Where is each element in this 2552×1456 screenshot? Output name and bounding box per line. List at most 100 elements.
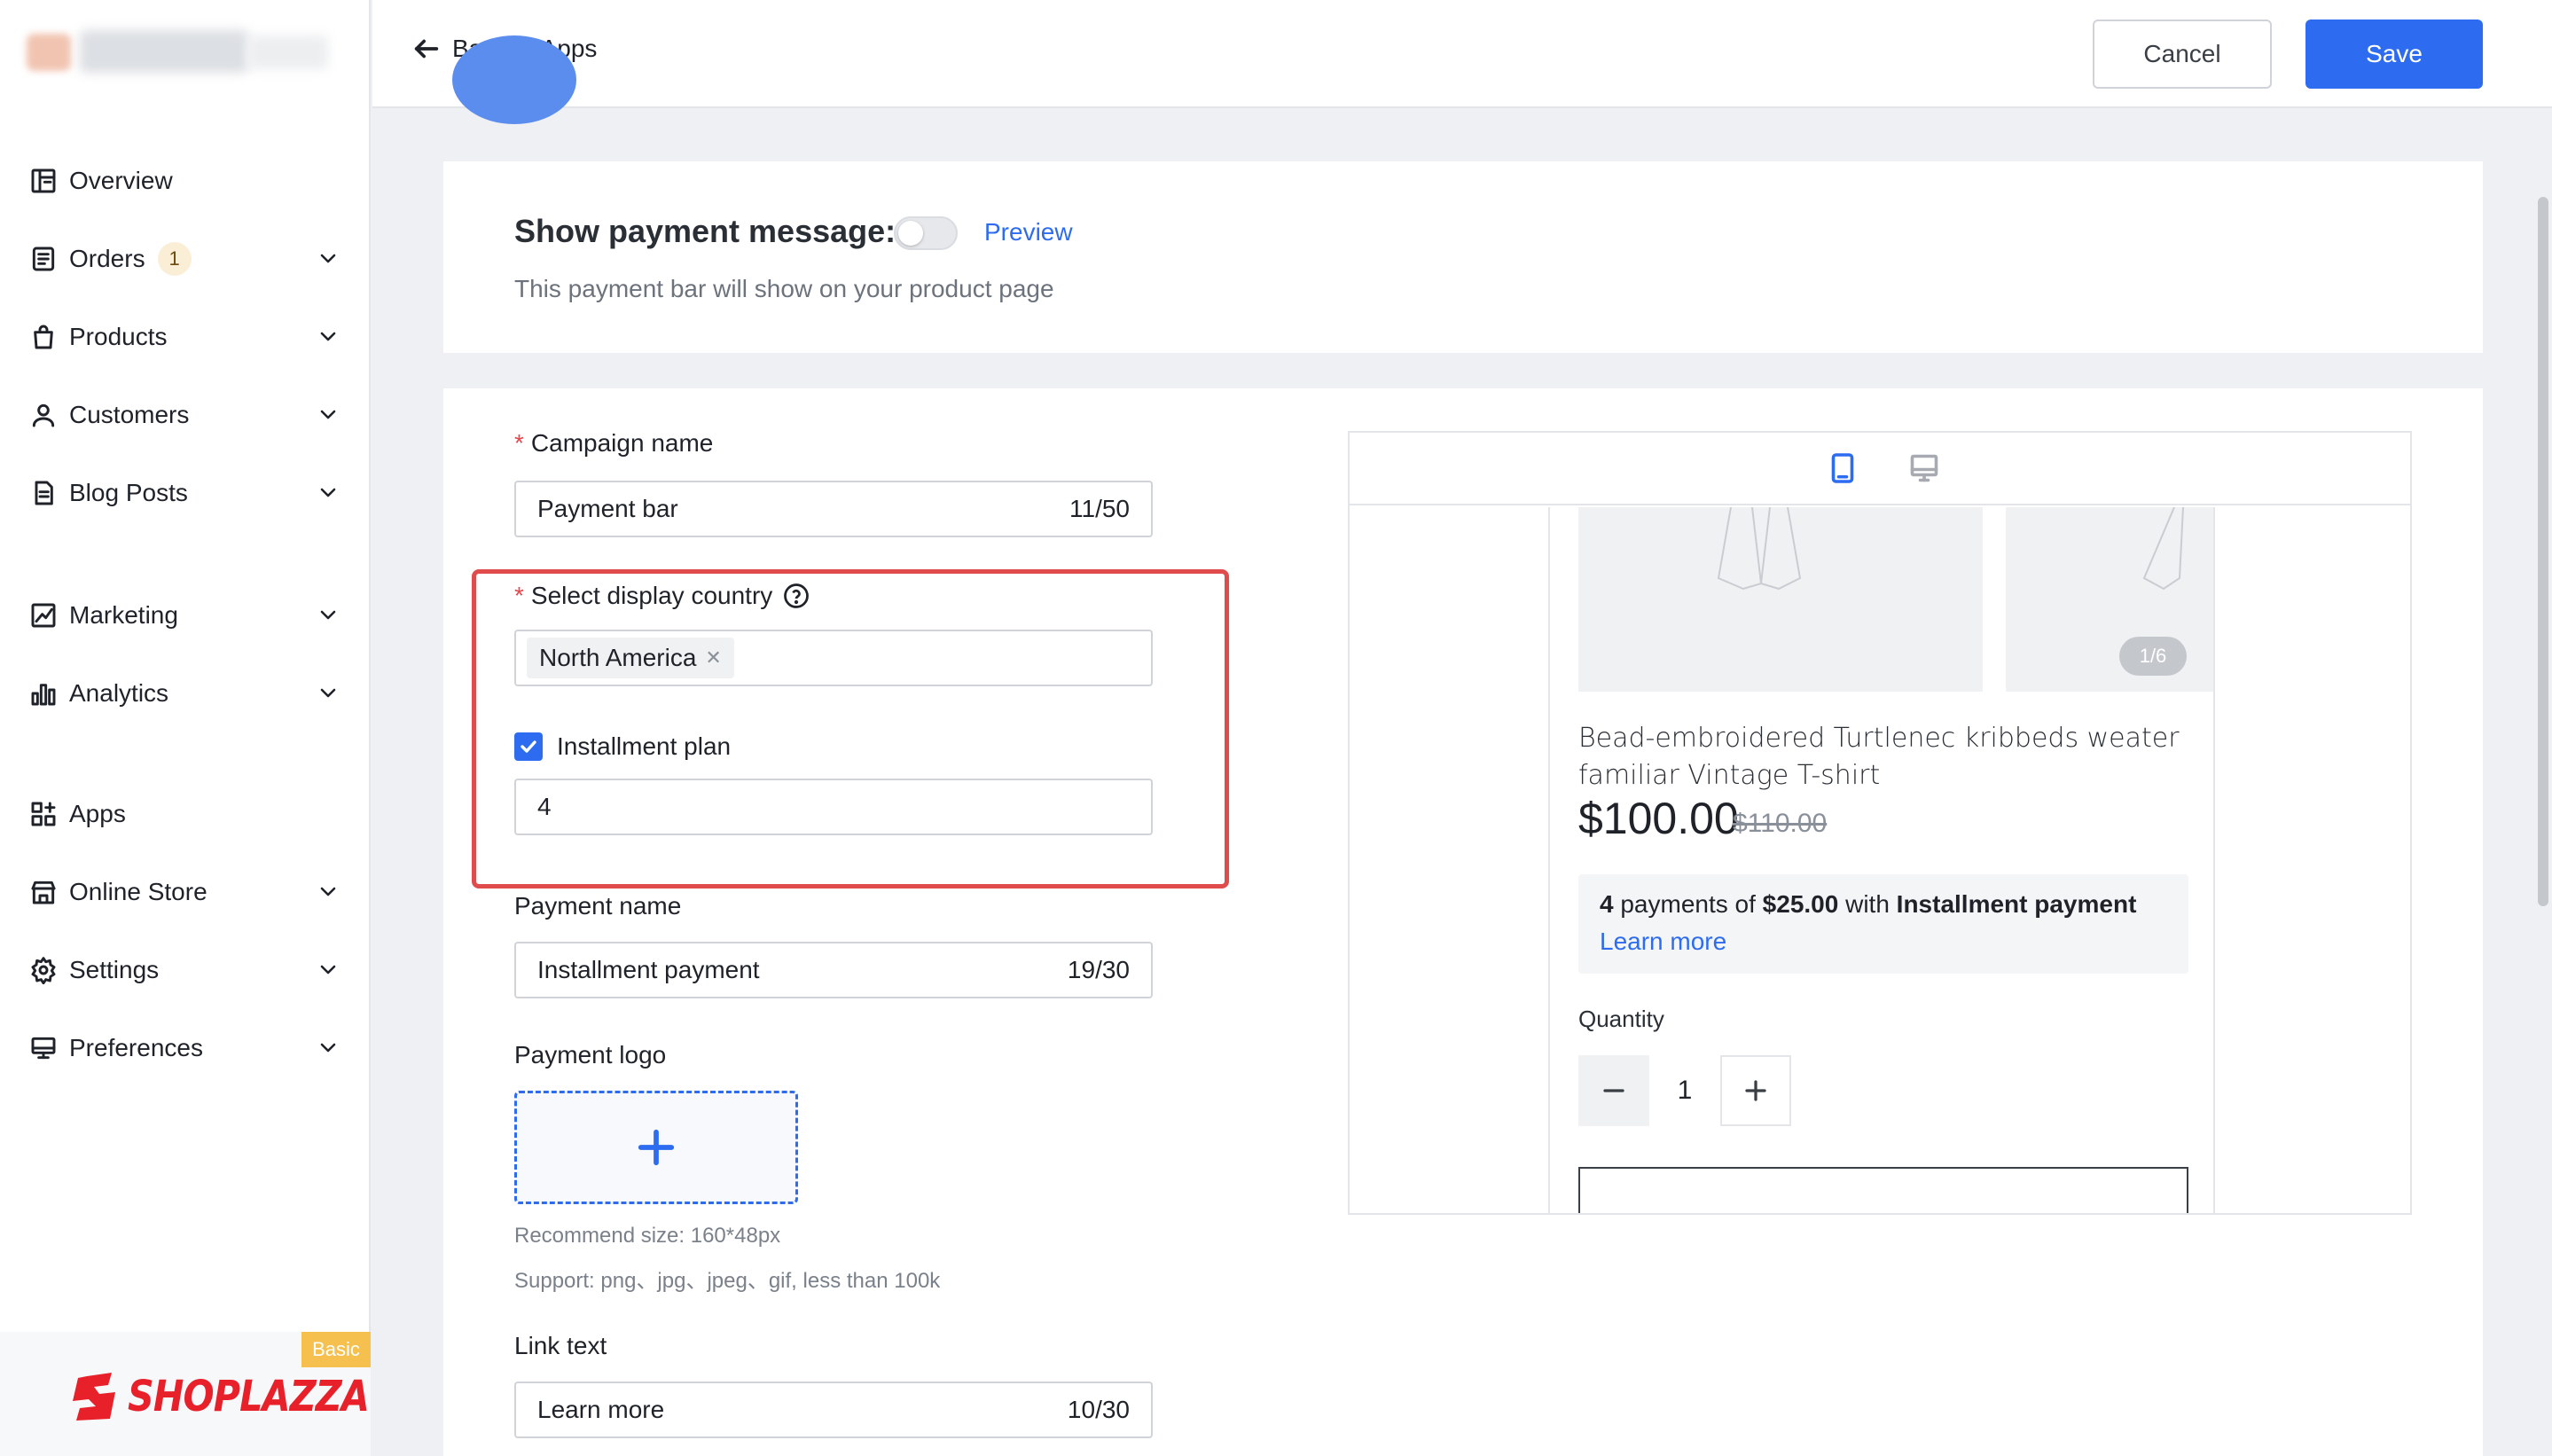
sidebar-item-orders[interactable]: Orders 1 (0, 227, 371, 291)
link-text-value: Learn more (537, 1396, 665, 1423)
payment-message-card: Show payment message: Preview This payme… (443, 161, 2483, 353)
payment-text-1: payments of (1613, 890, 1763, 918)
customers-icon (28, 400, 59, 430)
campaign-name-input[interactable]: Payment bar 11/50 (514, 481, 1153, 537)
product-image[interactable] (1578, 507, 1983, 692)
payment-message-subtitle: This payment bar will show on your produ… (514, 275, 1054, 302)
payment-name: Installment payment (1896, 890, 2137, 918)
campaign-name-label: * Campaign name (514, 429, 713, 458)
mobile-device-icon[interactable] (1827, 452, 1859, 484)
sidebar-item-label: Overview (69, 167, 173, 194)
sidebar-item-apps[interactable]: Apps (0, 782, 371, 846)
preferences-icon (28, 1033, 59, 1063)
chevron-down-icon (317, 482, 339, 504)
learn-more-link[interactable]: Learn more (1600, 928, 2167, 956)
quantity-decrease-button[interactable] (1578, 1055, 1649, 1126)
product-preview-panel: 1/6 Bead-embroidered Turtlenec kribbeds … (1348, 431, 2412, 1215)
sidebar-item-label: Analytics (69, 679, 169, 707)
quantity-value[interactable]: 1 (1649, 1055, 1720, 1126)
analytics-icon (28, 678, 59, 708)
sidebar-item-blog-posts[interactable]: Blog Posts (0, 461, 371, 525)
logo-format-hint: Support: png、jpg、jpeg、gif, less than 100… (514, 1269, 941, 1293)
overview-icon (28, 166, 59, 196)
add-to-cart-button[interactable] (1578, 1167, 2188, 1213)
campaign-name-value: Payment bar (537, 495, 678, 522)
sidebar-item-products[interactable]: Products (0, 305, 371, 369)
plus-icon (1745, 1080, 1766, 1101)
payment-message-toggle[interactable] (894, 216, 958, 250)
chevron-down-icon (317, 605, 339, 626)
payment-name-value: Installment payment (537, 956, 760, 983)
image-pager: 1/6 (2119, 637, 2187, 676)
product-compare-price: $110.00 (1733, 809, 1828, 838)
blog-posts-icon (28, 478, 59, 508)
plus-icon (638, 1129, 675, 1166)
product-price: $100.00 (1578, 794, 1739, 843)
payment-text-2: with (1838, 890, 1897, 918)
required-marker: * (514, 429, 524, 457)
shoplazza-logo[interactable]: SHOPLAZZA (69, 1371, 408, 1422)
plan-tag: Basic (301, 1332, 371, 1367)
preview-body: 1/6 Bead-embroidered Turtlenec kribbeds … (1350, 507, 2410, 1213)
logo-size-hint: Recommend size: 160*48px (514, 1224, 781, 1248)
sidebar-footer: Basic SHOPLAZZA (0, 1332, 371, 1456)
store-logo-blurred (0, 0, 337, 98)
link-text-counter: 10/30 (1067, 1396, 1130, 1423)
payment-logo-label: Payment logo (514, 1041, 667, 1069)
preview-link[interactable]: Preview (984, 218, 1073, 247)
payment-count: 4 (1600, 890, 1614, 918)
minus-icon (1603, 1089, 1624, 1092)
garment-icon (2142, 507, 2184, 591)
quantity-label: Quantity (1578, 1006, 1664, 1032)
payment-bar-text: 4 payments of $25.00 with Installment pa… (1600, 890, 2167, 919)
sidebar-item-label: Marketing (69, 601, 178, 629)
sidebar-item-label: Online Store (69, 878, 207, 905)
quantity-increase-button[interactable] (1720, 1055, 1791, 1126)
payment-name-input[interactable]: Installment payment 19/30 (514, 942, 1153, 998)
sidebar-item-label: Blog Posts (69, 479, 188, 506)
sidebar-item-overview[interactable]: Overview (0, 149, 371, 213)
scrollbar-thumb[interactable] (2538, 197, 2548, 906)
sidebar-item-marketing[interactable]: Marketing (0, 583, 371, 647)
shoplazza-wordmark: SHOPLAZZA (128, 1372, 370, 1421)
device-switcher (1350, 433, 2410, 505)
orders-count-badge: 1 (157, 242, 192, 276)
chevron-down-icon (317, 683, 339, 704)
payment-logo-upload[interactable] (514, 1091, 798, 1204)
save-button[interactable]: Save (2305, 20, 2483, 89)
chevron-down-icon (317, 959, 339, 981)
sidebar-item-preferences[interactable]: Preferences (0, 1016, 371, 1080)
sidebar-item-label: Customers (69, 401, 190, 428)
cancel-button[interactable]: Cancel (2093, 20, 2272, 89)
settings-icon (28, 955, 59, 985)
highlight-annotation-box (472, 569, 1229, 888)
page-scrollbar[interactable] (2532, 108, 2552, 1456)
payment-bar-preview: 4 payments of $25.00 with Installment pa… (1578, 874, 2188, 974)
link-text-input[interactable]: Learn more 10/30 (514, 1382, 1153, 1438)
payment-name-counter: 19/30 (1067, 956, 1130, 983)
garment-icon (1717, 507, 1802, 591)
online-store-icon (28, 877, 59, 907)
campaign-name-label-text: Campaign name (530, 429, 714, 457)
chevron-down-icon (317, 1037, 339, 1059)
sidebar-item-analytics[interactable]: Analytics (0, 661, 371, 725)
chevron-down-icon (317, 326, 339, 348)
chevron-down-icon (317, 881, 339, 903)
shoplazza-mark-icon (73, 1373, 115, 1421)
products-icon (28, 322, 59, 352)
chevron-down-icon (317, 404, 339, 426)
arrow-left-icon (414, 39, 439, 59)
sidebar-item-online-store[interactable]: Online Store (0, 860, 371, 924)
desktop-device-icon[interactable] (1908, 452, 1940, 484)
sidebar-item-label: Settings (69, 956, 160, 983)
sidebar-item-settings[interactable]: Settings (0, 938, 371, 1002)
marketing-icon (28, 600, 59, 630)
sidebar: Overview Orders 1 Products Customers Blo… (0, 0, 371, 1456)
orders-icon (28, 244, 59, 274)
topbar: Back to Apps Cancel Save (372, 0, 2552, 108)
sidebar-item-customers[interactable]: Customers (0, 383, 371, 447)
sidebar-item-label: Products (69, 323, 168, 350)
campaign-name-counter: 11/50 (1069, 495, 1130, 522)
payment-amount: $25.00 (1762, 890, 1839, 918)
sidebar-item-label: Apps (69, 800, 126, 827)
